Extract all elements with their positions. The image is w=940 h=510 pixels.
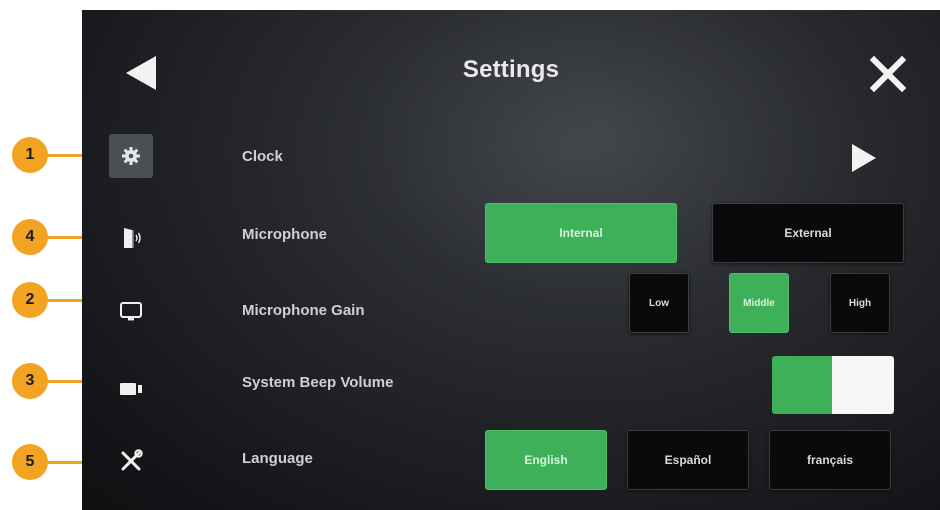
- callout-badge: 1: [12, 137, 48, 173]
- sidebar-item-microphone[interactable]: [109, 216, 153, 260]
- close-icon: [869, 55, 907, 93]
- close-button[interactable]: [868, 54, 908, 94]
- chevron-right-icon: [852, 144, 876, 172]
- callout-line: [46, 299, 86, 302]
- language-francais-button[interactable]: français: [769, 430, 891, 490]
- gain-high-button[interactable]: High: [830, 273, 890, 333]
- microphone-external-button[interactable]: External: [712, 203, 904, 263]
- callout-badge: 4: [12, 219, 48, 255]
- microphone-label: Microphone: [242, 226, 327, 243]
- callout-line: [46, 236, 86, 239]
- language-english-button[interactable]: English: [485, 430, 607, 490]
- camera-icon: [120, 383, 142, 395]
- callout-line: [46, 380, 86, 383]
- language-espanol-button[interactable]: Español: [627, 430, 749, 490]
- microphone-gain-label: Microphone Gain: [242, 302, 365, 319]
- gain-low-button[interactable]: Low: [629, 273, 689, 333]
- gear-icon: [122, 147, 140, 165]
- sidebar-item-system-beep-volume[interactable]: [109, 367, 153, 411]
- sidebar-item-language[interactable]: [109, 439, 153, 483]
- callout-line: [46, 154, 86, 157]
- toggle-on-track: [772, 356, 832, 414]
- system-beep-volume-label: System Beep Volume: [242, 374, 394, 391]
- monitor-icon: [120, 302, 142, 321]
- clock-open-button[interactable]: [850, 142, 878, 174]
- tools-icon: [121, 449, 143, 471]
- toggle-knob: [832, 356, 894, 414]
- sidebar-item-microphone-gain[interactable]: [109, 289, 153, 333]
- settings-screen: Settings Clock Microphone Internal Exter…: [82, 10, 940, 510]
- sidebar-item-clock[interactable]: [109, 134, 153, 178]
- callout-badge: 5: [12, 444, 48, 480]
- language-label: Language: [242, 450, 313, 467]
- microphone-internal-button[interactable]: Internal: [485, 203, 677, 263]
- speaker-door-icon: [124, 228, 141, 248]
- callout-badge: 2: [12, 282, 48, 318]
- system-beep-volume-toggle[interactable]: [772, 356, 894, 414]
- gain-middle-button[interactable]: Middle: [729, 273, 789, 333]
- page-title: Settings: [462, 56, 560, 83]
- callout-line: [46, 461, 86, 464]
- callout-badge: 3: [12, 363, 48, 399]
- clock-label: Clock: [242, 148, 283, 165]
